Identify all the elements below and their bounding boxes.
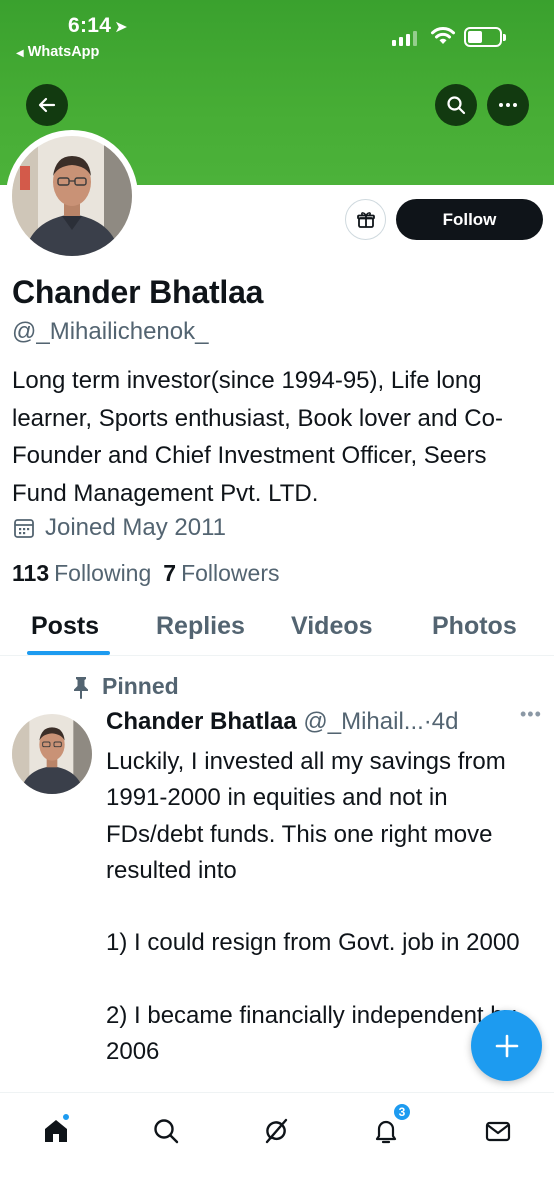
back-arrow-icon: [38, 97, 56, 113]
post-author-handle[interactable]: @_Mihail...: [303, 708, 423, 735]
followers-link[interactable]: 7 Followers: [163, 560, 279, 587]
search-icon: [447, 96, 466, 115]
profile-name: Chander Bhatlaa: [12, 274, 264, 310]
pinned-label: Pinned: [102, 673, 179, 699]
avatar-photo: [12, 136, 132, 256]
pinned-indicator: Pinned: [72, 673, 179, 700]
post-header: Chander Bhatlaa @_Mihail...·4d: [106, 708, 459, 736]
grok-icon: [265, 1118, 288, 1144]
post-more-icon[interactable]: •••: [520, 704, 542, 725]
compose-plus-icon: [495, 1034, 518, 1057]
follow-button[interactable]: Follow: [396, 199, 543, 240]
post-author-name[interactable]: Chander Bhatlaa: [106, 708, 297, 735]
status-time: 6:14 ➤: [68, 14, 128, 37]
following-count: 113: [12, 560, 50, 586]
subscribe-gift-button[interactable]: [345, 199, 386, 240]
nav-search[interactable]: [146, 1111, 186, 1151]
profile-bio: Long term investor(since 1994-95), Life …: [12, 367, 503, 507]
post-separator: ·: [423, 708, 432, 735]
location-arrow-icon: ➤: [114, 19, 128, 36]
nav-grok[interactable]: [256, 1111, 296, 1151]
home-unread-dot: [62, 1113, 70, 1121]
gift-icon: [356, 211, 375, 228]
profile-tabs: Posts Replies Videos Photos: [0, 600, 554, 656]
nav-home[interactable]: [36, 1111, 76, 1151]
pin-icon: [74, 676, 88, 699]
nav-messages[interactable]: [478, 1111, 518, 1151]
search-button[interactable]: [435, 84, 477, 126]
more-icon: [499, 103, 517, 107]
post-author-avatar[interactable]: [12, 714, 92, 794]
back-to-app-link[interactable]: ◀ WhatsApp: [16, 44, 99, 60]
battery-icon: [464, 27, 506, 47]
followers-count: 7: [163, 560, 177, 586]
profile-handle: @_Mihailichenok_: [12, 318, 209, 345]
notifications-badge: 3: [392, 1102, 412, 1122]
bottom-navigation: [0, 1092, 554, 1200]
wifi-icon: [431, 27, 455, 44]
more-options-button[interactable]: [487, 84, 529, 126]
compose-post-button[interactable]: [471, 1010, 542, 1081]
back-app-label: WhatsApp: [27, 44, 100, 60]
search-icon: [154, 1119, 179, 1144]
back-triangle-icon: ◀: [16, 48, 24, 59]
bell-icon: [375, 1120, 397, 1144]
following-label: Following: [54, 560, 152, 586]
tab-photos[interactable]: Photos: [432, 612, 517, 641]
active-tab-indicator: [27, 651, 110, 655]
follow-stats: 113 Following 7 Followers: [12, 560, 279, 587]
following-link[interactable]: 113 Following: [12, 560, 151, 587]
post-avatar-photo: [12, 714, 92, 794]
joined-label: Joined May 2011: [45, 514, 227, 541]
calendar-icon: [14, 519, 34, 538]
followers-label: Followers: [181, 560, 280, 586]
status-bar: 6:14 ➤ ◀ WhatsApp: [0, 0, 554, 80]
post-time[interactable]: 4d: [432, 708, 459, 735]
joined-date: Joined May 2011: [12, 514, 226, 542]
mail-icon: [485, 1121, 511, 1142]
cellular-signal-icon: [392, 30, 417, 46]
tab-videos[interactable]: Videos: [291, 612, 373, 641]
back-button[interactable]: [26, 84, 68, 126]
tab-replies[interactable]: Replies: [156, 612, 245, 641]
tab-posts[interactable]: Posts: [31, 612, 99, 641]
profile-avatar[interactable]: [6, 130, 138, 262]
